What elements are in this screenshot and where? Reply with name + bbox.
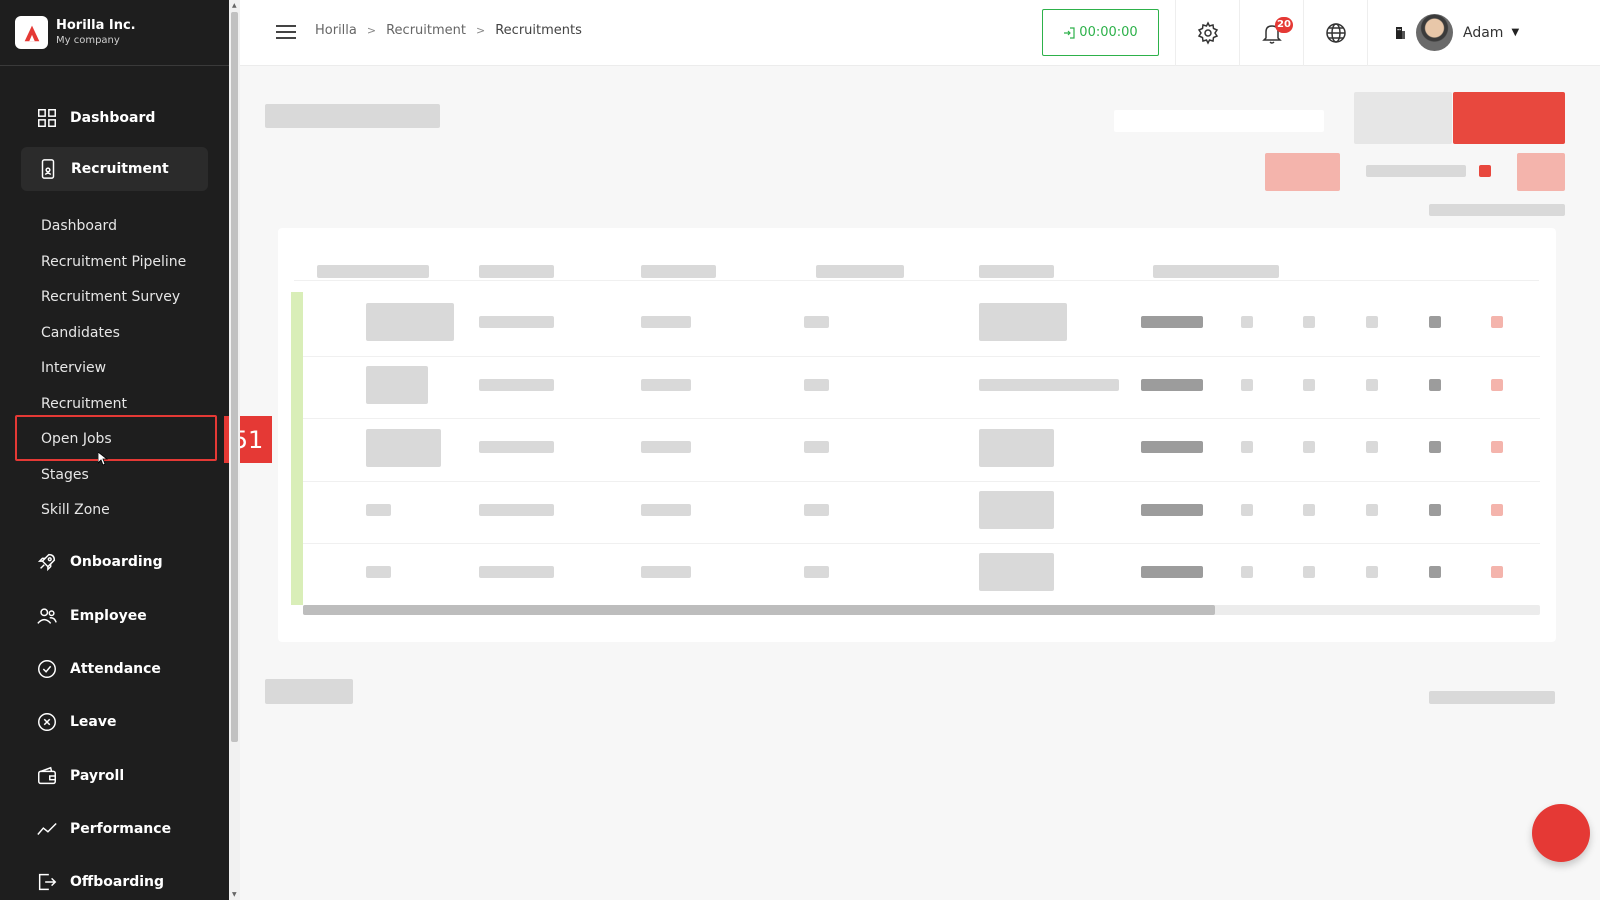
toolbar-dot-placeholder: [1479, 165, 1491, 177]
hamburger-menu-icon[interactable]: [276, 25, 296, 41]
clock-in-timer-button[interactable]: 00:00:00: [1042, 9, 1159, 56]
globe-icon: [1325, 23, 1346, 43]
login-arrow-icon: [1064, 26, 1075, 39]
search-input-placeholder[interactable]: [1114, 110, 1324, 132]
sidebar-item-offboarding[interactable]: Offboarding: [0, 860, 229, 900]
filter-button-placeholder[interactable]: [1354, 92, 1452, 144]
scroll-up-arrow-icon[interactable]: ▲: [232, 2, 237, 9]
table-header-cell: [641, 265, 716, 278]
dashboard-grid-icon: [36, 107, 58, 129]
sidebar-item-dashboard[interactable]: Dashboard: [0, 96, 229, 140]
sidebar-item-performance[interactable]: Performance: [0, 807, 229, 851]
breadcrumb-chevron-icon: >: [476, 24, 486, 37]
company-name: Horilla Inc.: [56, 18, 136, 33]
avatar: [1416, 14, 1453, 51]
toolbar-button-placeholder[interactable]: [1517, 153, 1565, 191]
legend-placeholder: [1429, 204, 1565, 216]
pagination-controls-placeholder[interactable]: [1429, 691, 1555, 704]
breadcrumb-item-home[interactable]: Horilla: [315, 23, 357, 38]
company-logo-icon: [15, 16, 48, 49]
recruitment-phone-icon: [37, 158, 59, 180]
scrollbar-thumb[interactable]: [303, 605, 1215, 615]
submenu-item-stages[interactable]: Stages: [41, 465, 89, 485]
breadcrumb-item-recruitment[interactable]: Recruitment: [386, 23, 466, 38]
sidebar-item-label: Employee: [70, 608, 147, 624]
notifications-button[interactable]: 20: [1239, 0, 1303, 66]
building-icon: [1395, 27, 1405, 39]
pagination-info-placeholder: [265, 679, 353, 704]
check-circle-icon: [36, 658, 58, 680]
company-subtitle: My company: [56, 35, 120, 46]
sidebar-item-attendance[interactable]: Attendance: [0, 647, 229, 691]
page-title-placeholder: [265, 104, 440, 128]
table-header-cell: [979, 265, 1054, 278]
recruitment-table-card: [278, 228, 1556, 642]
sidebar-item-recruitment[interactable]: Recruitment: [21, 147, 208, 191]
brand-header[interactable]: Horilla Inc. My company: [0, 0, 229, 66]
sidebar-item-label: Attendance: [70, 661, 161, 677]
table-header-cell: [317, 265, 429, 278]
submenu-item-skill-zone[interactable]: Skill Zone: [41, 500, 110, 520]
language-button[interactable]: [1303, 0, 1367, 66]
chevron-down-icon: ▼: [1511, 27, 1520, 38]
row-status-strip: [291, 292, 303, 605]
user-name: Adam: [1463, 24, 1504, 41]
submenu-item-dashboard[interactable]: Dashboard: [41, 216, 117, 236]
table-horizontal-scrollbar[interactable]: [303, 605, 1540, 615]
sidebar-scrollbar[interactable]: ▲ ▼: [229, 0, 240, 900]
sidebar-item-label: Leave: [70, 714, 117, 730]
sidebar-item-onboarding[interactable]: Onboarding: [0, 540, 229, 584]
scrollbar-thumb[interactable]: [231, 12, 238, 742]
sidebar-item-label: Dashboard: [70, 110, 156, 126]
sidebar-item-label: Onboarding: [70, 554, 163, 570]
mouse-cursor-icon: [98, 452, 108, 466]
user-menu[interactable]: Adam ▼: [1416, 14, 1519, 51]
exit-icon: [36, 871, 58, 893]
sidebar-item-leave[interactable]: Leave: [0, 700, 229, 744]
table-header-cell: [816, 265, 904, 278]
table-header-cell: [1153, 265, 1279, 278]
sidebar-item-employee[interactable]: Employee: [0, 594, 229, 638]
sidebar-item-payroll[interactable]: Payroll: [0, 754, 229, 798]
sidebar-item-label: Payroll: [70, 768, 125, 784]
users-icon: [36, 605, 58, 627]
settings-button[interactable]: [1175, 0, 1239, 66]
trend-line-icon: [36, 818, 58, 840]
timer-value: 00:00:00: [1079, 25, 1138, 40]
toolbar-text-placeholder: [1366, 165, 1466, 177]
sidebar-item-label: Offboarding: [70, 874, 165, 890]
settings-gear-icon: [1197, 21, 1218, 45]
breadcrumb-item-current: Recruitments: [495, 23, 582, 38]
breadcrumb: Horilla > Recruitment > Recruitments: [315, 23, 582, 38]
submenu-item-recruitment-pipeline[interactable]: Recruitment Pipeline: [41, 252, 186, 272]
table-header-cell: [479, 265, 554, 278]
sidebar-item-label: Recruitment: [71, 161, 169, 177]
sidebar-item-label: Performance: [70, 821, 172, 837]
rocket-icon: [36, 551, 58, 573]
submenu-item-candidates[interactable]: Candidates: [41, 323, 120, 343]
submenu-item-interview[interactable]: Interview: [41, 358, 106, 378]
open-jobs-highlight: [15, 415, 217, 461]
submenu-item-recruitment-survey[interactable]: Recruitment Survey: [41, 287, 180, 307]
x-circle-icon: [36, 711, 58, 733]
floating-action-button[interactable]: [1532, 804, 1590, 862]
breadcrumb-chevron-icon: >: [366, 24, 377, 37]
scroll-down-arrow-icon[interactable]: ▼: [232, 891, 237, 898]
action-button-placeholder[interactable]: [1265, 153, 1340, 191]
submenu-item-recruitment[interactable]: Recruitment: [41, 394, 127, 414]
create-button-placeholder[interactable]: [1453, 92, 1565, 144]
top-header: Horilla > Recruitment > Recruitments 00:…: [240, 0, 1600, 66]
brand-text: Horilla Inc. My company: [56, 18, 136, 47]
wallet-icon: [36, 765, 58, 787]
notification-count-badge: 20: [1275, 17, 1293, 33]
